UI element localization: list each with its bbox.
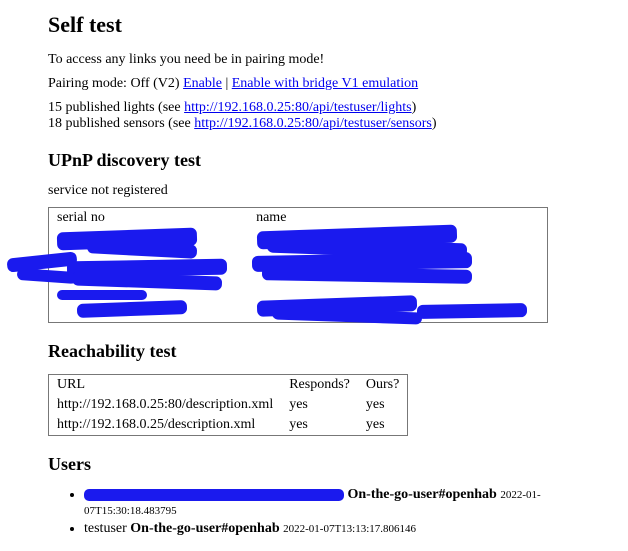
enable-v1-link[interactable]: Enable with bridge V1 emulation bbox=[232, 76, 418, 91]
reachability-url: http://192.168.0.25:80/description.xml bbox=[49, 395, 282, 415]
published-sensors-suffix: ) bbox=[432, 116, 437, 131]
pairing-mode-line: Pairing mode: Off (V2) Enable | Enable w… bbox=[48, 76, 620, 92]
table-row: http://192.168.0.25:80/description.xml y… bbox=[49, 395, 408, 415]
published-lights-suffix: ) bbox=[412, 100, 417, 115]
reachability-ours: yes bbox=[358, 395, 408, 415]
upnp-header-name: name bbox=[248, 208, 547, 229]
reachability-header-url: URL bbox=[49, 375, 282, 396]
redacted-username bbox=[84, 489, 344, 501]
page-title: Self test bbox=[48, 12, 620, 38]
upnp-header-serial: serial no bbox=[49, 208, 249, 229]
published-lights-link[interactable]: http://192.168.0.25:80/api/testuser/ligh… bbox=[184, 100, 412, 115]
reachability-url: http://192.168.0.25/description.xml bbox=[49, 415, 282, 436]
pairing-status: Off (V2) bbox=[130, 76, 179, 91]
upnp-status: service not registered bbox=[48, 183, 620, 199]
users-list: On-the-go-user#openhab 2022-01-07T15:30:… bbox=[48, 487, 620, 537]
user-timestamp: 2022-01-07T13:13:17.806146 bbox=[283, 523, 416, 535]
users-heading: Users bbox=[48, 454, 620, 475]
user-label: On-the-go-user#openhab bbox=[130, 521, 279, 536]
list-item: On-the-go-user#openhab 2022-01-07T15:30:… bbox=[84, 487, 620, 519]
upnp-heading: UPnP discovery test bbox=[48, 150, 620, 171]
table-row: http://192.168.0.25/description.xml yes … bbox=[49, 415, 408, 436]
published-lights-line: 15 published lights (see http://192.168.… bbox=[48, 100, 620, 132]
pairing-label: Pairing mode: bbox=[48, 76, 127, 91]
published-sensors-prefix: 18 published sensors (see bbox=[48, 116, 194, 131]
reachability-responds: yes bbox=[281, 415, 358, 436]
enable-link[interactable]: Enable bbox=[183, 76, 222, 91]
reachability-responds: yes bbox=[281, 395, 358, 415]
published-sensors-link[interactable]: http://192.168.0.25:80/api/testuser/sens… bbox=[194, 116, 432, 131]
upnp-header-row: serial no name bbox=[49, 208, 548, 229]
user-name: testuser bbox=[84, 521, 127, 536]
upnp-data-row bbox=[49, 228, 548, 323]
reachability-heading: Reachability test bbox=[48, 341, 620, 362]
redacted-scribble-area bbox=[57, 230, 539, 320]
reachability-ours: yes bbox=[358, 415, 408, 436]
reachability-header-ours: Ours? bbox=[358, 375, 408, 396]
access-note: To access any links you need be in pairi… bbox=[48, 52, 620, 68]
upnp-table: serial no name bbox=[48, 207, 548, 323]
reachability-header-row: URL Responds? Ours? bbox=[49, 375, 408, 396]
published-lights-prefix: 15 published lights (see bbox=[48, 100, 184, 115]
reachability-table: URL Responds? Ours? http://192.168.0.25:… bbox=[48, 374, 408, 436]
reachability-header-responds: Responds? bbox=[281, 375, 358, 396]
list-item: testuser On-the-go-user#openhab 2022-01-… bbox=[84, 521, 620, 537]
